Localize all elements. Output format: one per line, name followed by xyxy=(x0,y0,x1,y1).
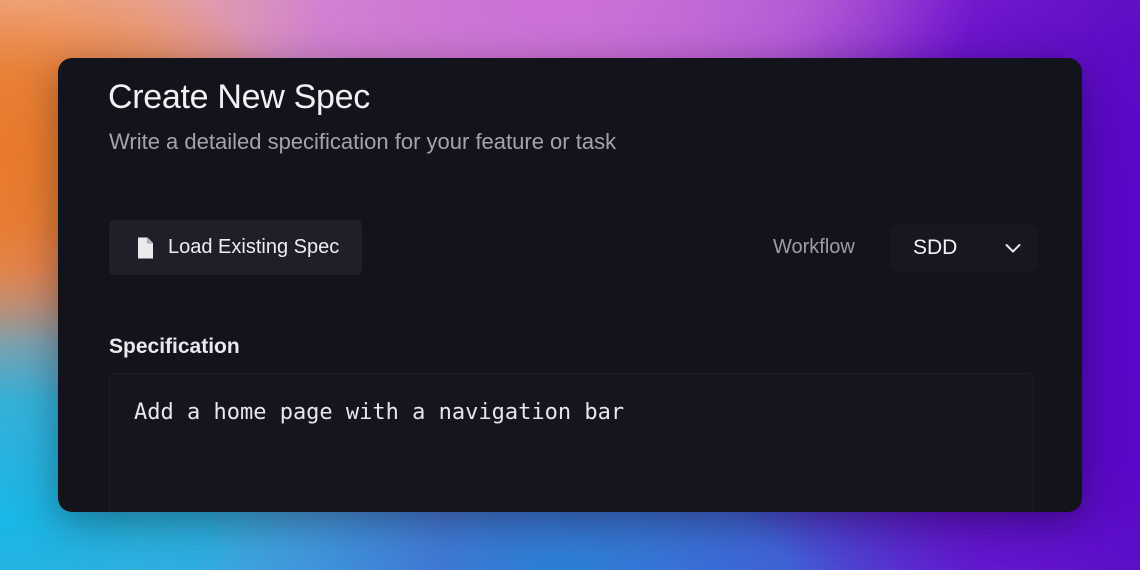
file-icon xyxy=(134,236,156,260)
specification-textarea[interactable]: Add a home page with a navigation bar xyxy=(109,373,1034,512)
specification-label: Specification xyxy=(109,335,240,358)
workflow-select[interactable]: SDD xyxy=(890,225,1037,271)
workflow-selected-value: SDD xyxy=(913,236,958,259)
page-title: Create New Spec xyxy=(108,78,370,116)
specification-text: Add a home page with a navigation bar xyxy=(134,400,625,425)
workflow-label: Workflow xyxy=(773,236,855,258)
page-subtitle: Write a detailed specification for your … xyxy=(109,129,617,154)
chevron-down-icon xyxy=(1003,238,1023,258)
create-spec-panel: Create New Spec Write a detailed specifi… xyxy=(58,58,1082,512)
load-existing-spec-button[interactable]: Load Existing Spec xyxy=(109,220,363,275)
load-existing-spec-label: Load Existing Spec xyxy=(168,236,340,258)
